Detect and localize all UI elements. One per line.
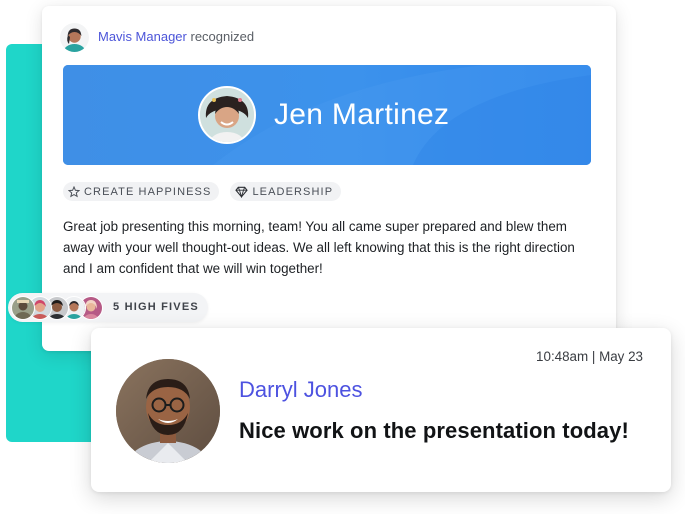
tag-leadership[interactable]: LEADERSHIP [230,182,342,201]
diamond-icon [235,186,249,198]
avatar-photo-icon [200,88,254,142]
comment-timestamp: 10:48am | May 23 [536,349,643,364]
tag-create-happiness[interactable]: CREATE HAPPINESS [63,182,220,201]
recognition-message: Great job presenting this morning, team!… [63,219,575,276]
high-fives-pill[interactable]: 5 HIGH FIVES [8,293,208,322]
recipient-banner: Jen Martinez [63,65,591,165]
avatar-photo-icon [60,22,89,52]
recognition-feed: Mavis Manager recognized Jen Martinez CR… [0,0,685,514]
tag-label: LEADERSHIP [252,185,334,198]
tag-label: CREATE HAPPINESS [84,185,212,198]
comment-text: Nice work on the presentation today! [239,418,629,443]
high-fives-label: 5 HIGH FIVES [113,301,199,313]
recipient-avatar[interactable] [198,86,256,144]
high-fives-avatars [11,296,111,320]
recognizer-action: recognized [190,29,255,44]
recognizer-name[interactable]: Mavis Manager [98,29,187,44]
value-tags: CREATE HAPPINESS LEADERSHIP [63,182,342,201]
commenter-avatar[interactable] [116,359,220,463]
recipient-name[interactable]: Jen Martinez [274,93,449,137]
recognizer-row: Mavis Manager recognized [60,22,254,52]
avatar-photo-icon [116,359,220,463]
recognizer-line: Mavis Manager recognized [98,22,254,52]
avatar-photo-icon [12,297,34,319]
avatar [11,296,35,320]
star-icon [68,185,80,197]
commenter-name[interactable]: Darryl Jones [239,377,362,403]
comment-card[interactable]: 10:48am | May 23 Darryl Jones Nice work … [91,328,671,492]
recognizer-avatar[interactable] [60,22,89,52]
